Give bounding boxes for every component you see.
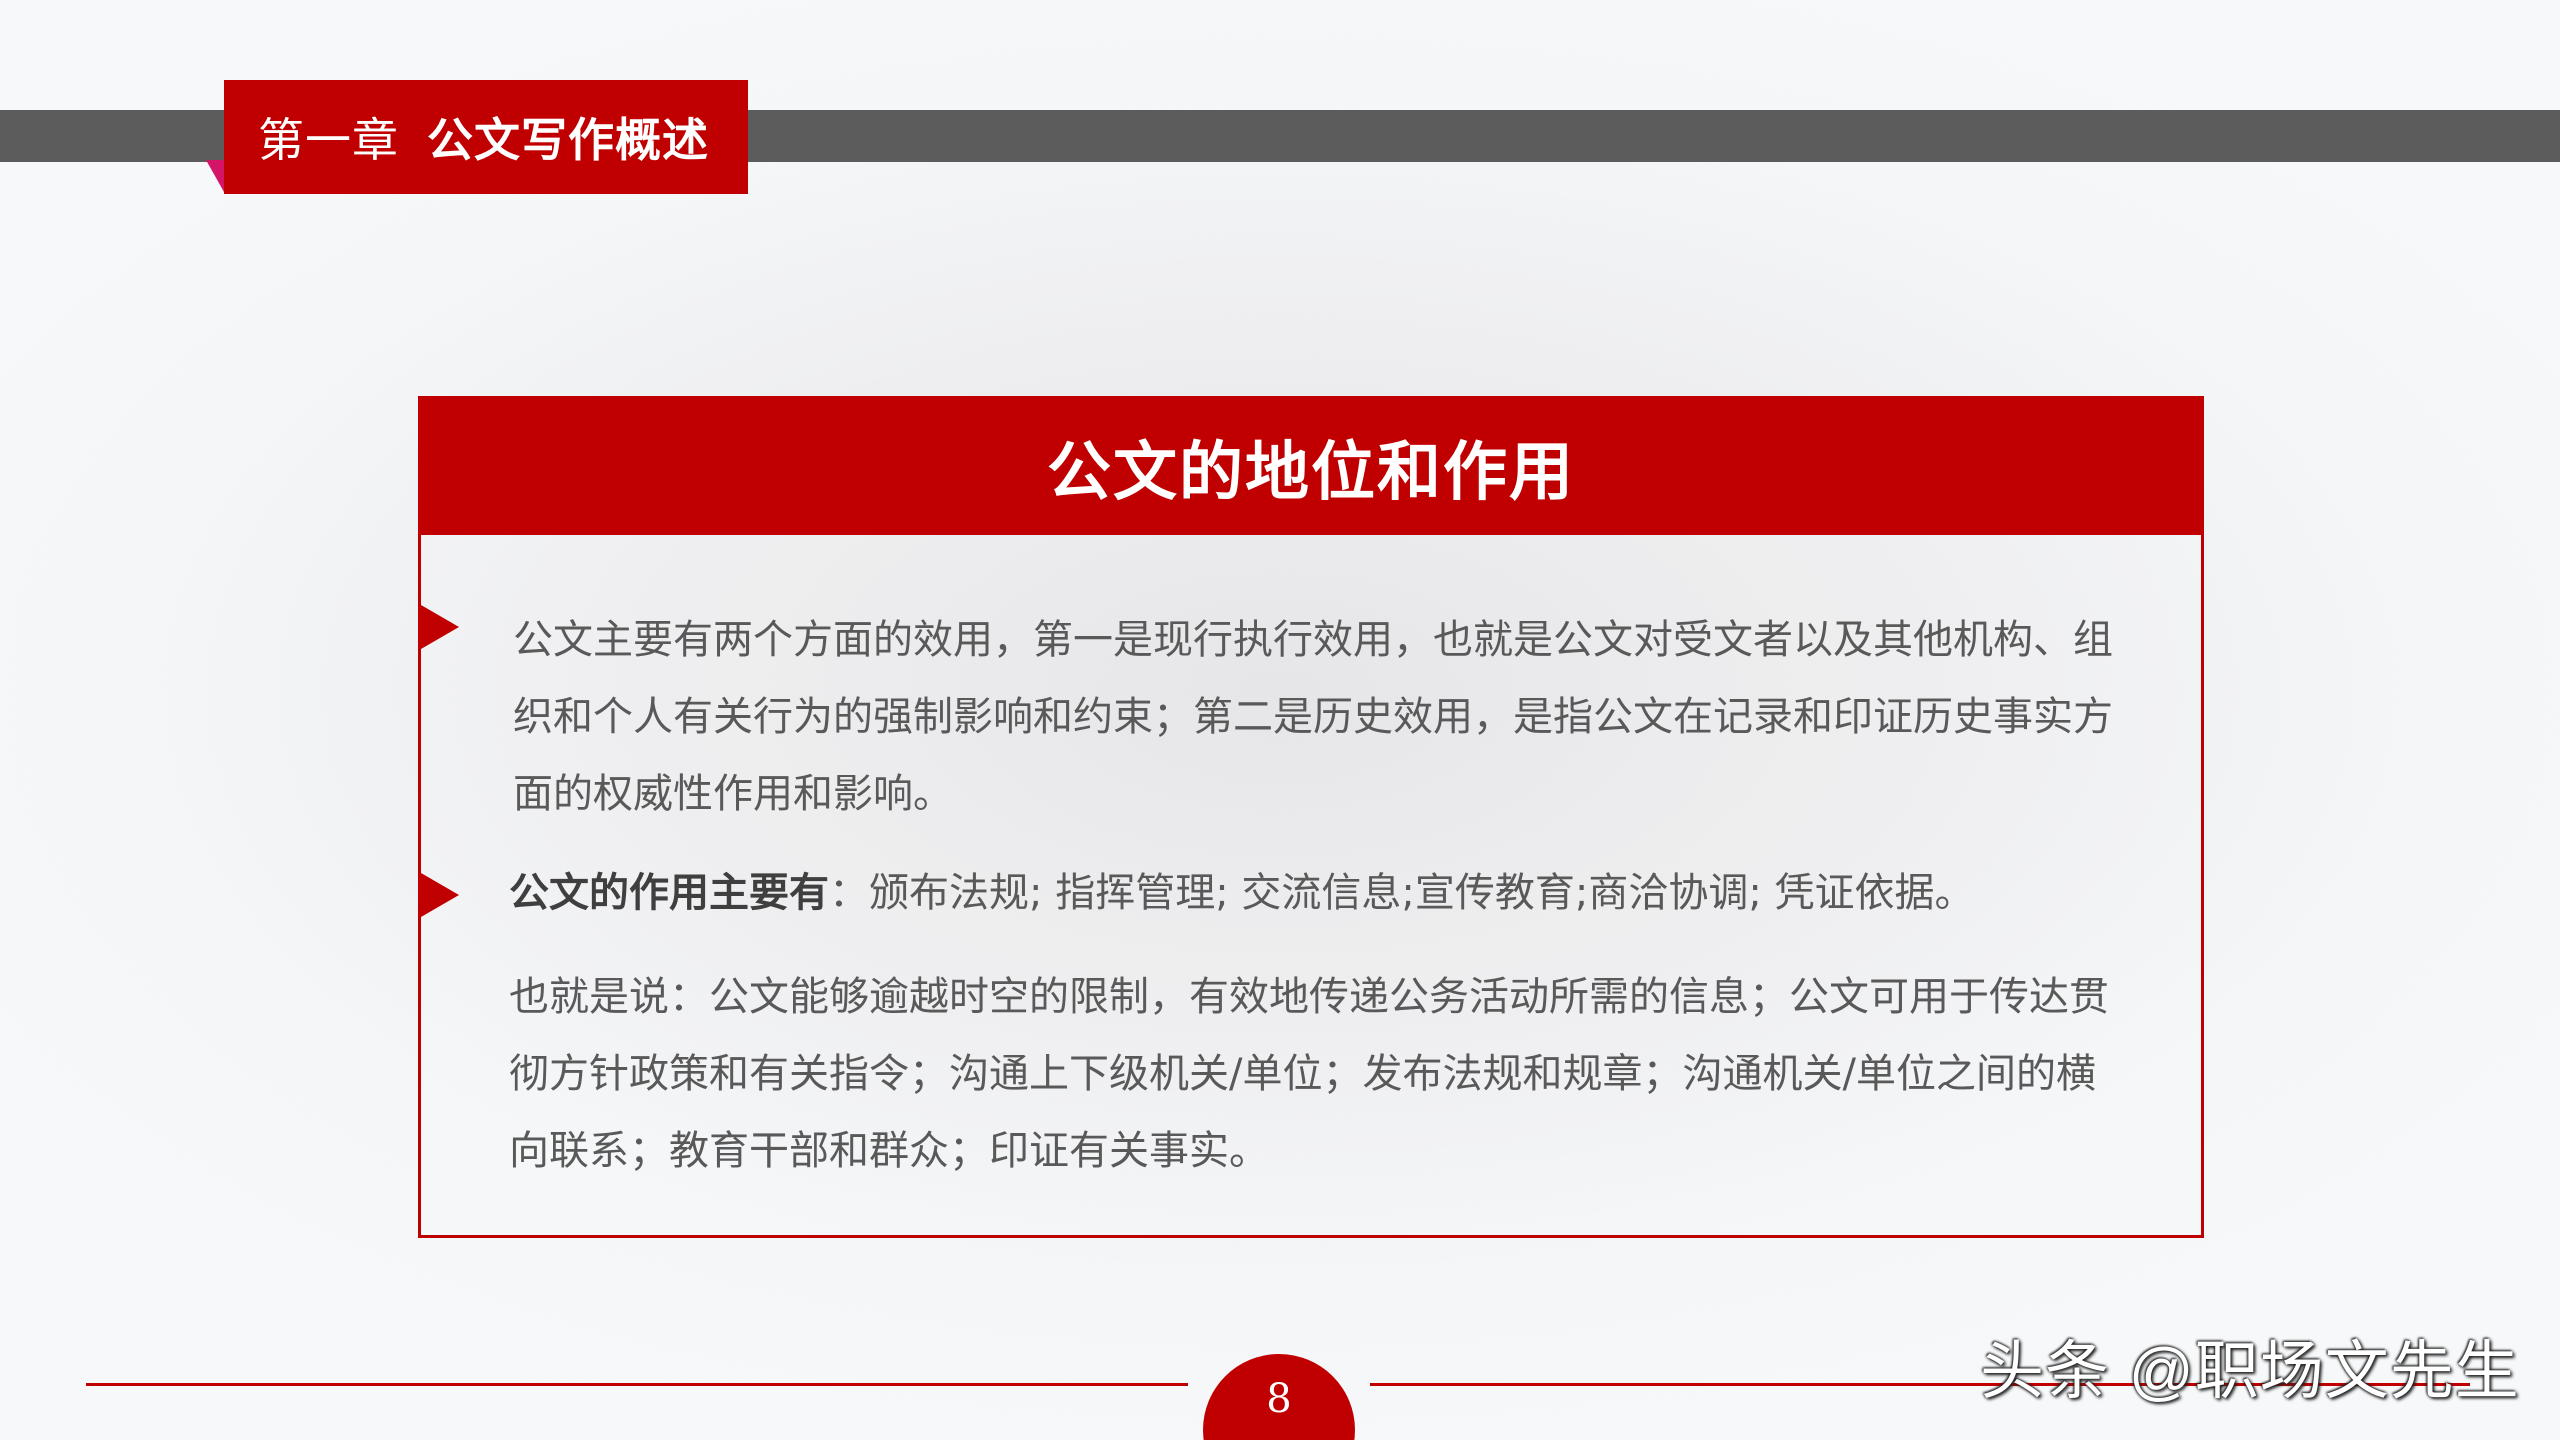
page-number-badge: 8 [1203, 1354, 1355, 1440]
footer-line-left [86, 1383, 1188, 1386]
bullet-marker-icon [421, 873, 459, 917]
chapter-banner: 第一章 公文写作概述 [224, 80, 748, 194]
content-card: 公文的地位和作用 公文主要有两个方面的效用，第一是现行执行效用，也就是公文对受文… [418, 396, 2204, 1238]
bullet-marker-icon [421, 605, 459, 649]
page-number: 8 [1266, 1376, 1292, 1422]
functions-list: ：颁布法规; 指挥管理; 交流信息;宣传教育;商洽协调; 凭证依据。 [829, 870, 1975, 916]
watermark-text: 头条 @职场文先生 [1980, 1335, 2520, 1407]
header-accent-tick [206, 160, 224, 192]
chapter-number: 第一章 [258, 113, 399, 167]
paragraph-functions: 公文的作用主要有：颁布法规; 指挥管理; 交流信息;宣传教育;商洽协调; 凭证依… [509, 855, 2129, 932]
card-header: 公文的地位和作用 [421, 399, 2201, 535]
chapter-title: 公文写作概述 [427, 113, 709, 167]
functions-label: 公文的作用主要有 [509, 870, 829, 916]
card-title: 公文的地位和作用 [1047, 436, 1575, 510]
paragraph-summary: 也就是说：公文能够逾越时空的限制，有效地传递公务活动所需的信息；公文可用于传达贯… [509, 974, 2109, 1174]
paragraph-effects: 公文主要有两个方面的效用，第一是现行执行效用，也就是公文对受文者以及其他机构、组… [513, 617, 2113, 817]
